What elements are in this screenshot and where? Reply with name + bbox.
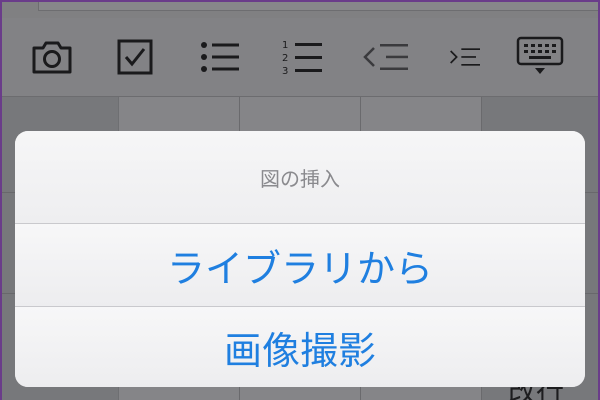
checkbox-icon (117, 39, 153, 75)
from-library-button[interactable]: ライブラリから (15, 224, 585, 306)
outdent-icon (363, 44, 408, 70)
window-frame-left (0, 0, 2, 400)
numbered-list-digit-3: 3 (282, 66, 288, 76)
indent-button[interactable] (440, 18, 480, 96)
numbered-list-digit-1: 1 (282, 40, 288, 51)
numbered-list-button[interactable]: 1 2 3 (272, 18, 332, 96)
hide-keyboard-button[interactable] (505, 18, 575, 96)
camera-button[interactable] (22, 18, 82, 96)
screen: 1 2 3 改行 図の挿入 ライブラリから 画像撮影 (0, 0, 600, 400)
bullet-list-button[interactable] (190, 18, 250, 96)
numbered-list-icon: 1 2 3 (282, 40, 322, 76)
take-photo-button[interactable]: 画像撮影 (15, 307, 585, 387)
note-text-area[interactable] (0, 0, 600, 19)
camera-icon (32, 41, 72, 74)
checkbox-button[interactable] (105, 18, 165, 96)
window-frame-top (0, 0, 600, 2)
action-sheet-title: 図の挿入 (15, 131, 585, 223)
indent-icon (450, 48, 480, 66)
keyboard-hide-icon (516, 36, 564, 74)
formatting-toolbar: 1 2 3 (0, 18, 600, 97)
bullet-list-icon (201, 42, 239, 72)
numbered-list-digit-2: 2 (282, 53, 288, 64)
insert-image-action-sheet: 図の挿入 ライブラリから 画像撮影 (15, 131, 585, 387)
outdent-button[interactable] (356, 18, 416, 96)
